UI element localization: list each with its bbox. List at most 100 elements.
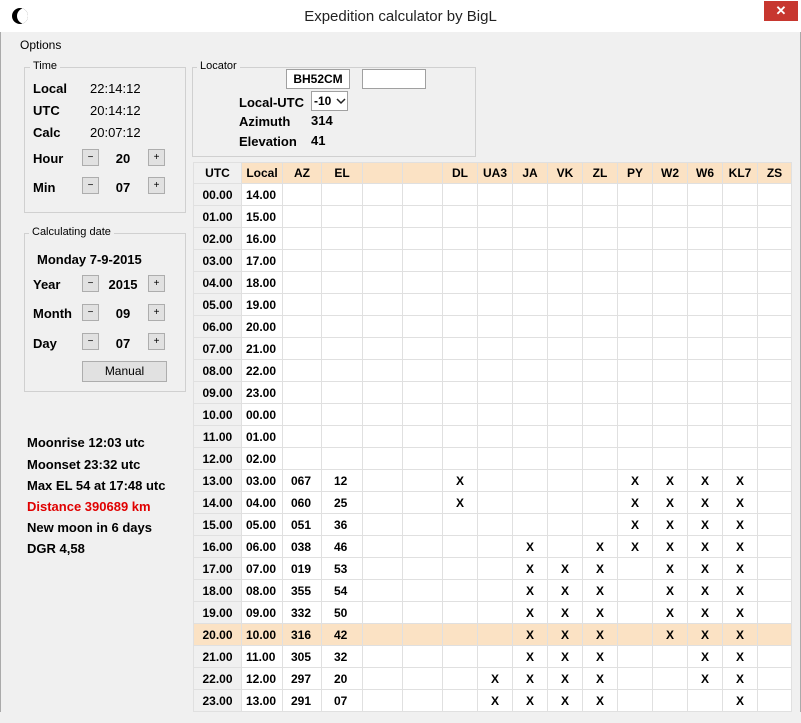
table-cell[interactable]: 04.00: [241, 491, 283, 514]
day-increment-button[interactable]: +: [148, 333, 165, 350]
table-cell[interactable]: [362, 403, 403, 426]
table-cell[interactable]: [652, 293, 688, 316]
table-cell[interactable]: 08.00: [193, 359, 242, 382]
table-cell[interactable]: [582, 381, 618, 404]
table-cell[interactable]: 355: [282, 579, 322, 602]
table-cell[interactable]: X: [582, 601, 618, 624]
close-button[interactable]: ✕: [764, 1, 798, 21]
min-decrement-button[interactable]: −: [82, 177, 99, 194]
table-cell[interactable]: 10.00: [241, 623, 283, 646]
table-cell[interactable]: [617, 667, 653, 690]
table-cell[interactable]: 06.00: [193, 315, 242, 338]
table-header-cell[interactable]: JA: [512, 162, 548, 184]
table-cell[interactable]: 22.00: [241, 359, 283, 382]
table-cell[interactable]: X: [547, 667, 583, 690]
table-cell[interactable]: X: [442, 469, 478, 492]
table-cell[interactable]: 12: [321, 469, 363, 492]
table-cell[interactable]: [547, 535, 583, 558]
table-cell[interactable]: X: [652, 579, 688, 602]
table-cell[interactable]: [722, 249, 758, 272]
table-cell[interactable]: 20.00: [241, 315, 283, 338]
table-cell[interactable]: [757, 623, 792, 646]
table-cell[interactable]: 01.00: [193, 205, 242, 228]
table-cell[interactable]: [617, 447, 653, 470]
table-cell[interactable]: X: [652, 601, 688, 624]
table-header-row[interactable]: UTC Local AZ EL DL UA3 JA VK ZL PY W2 W6 KL7 ZS: [193, 162, 792, 184]
table-cell[interactable]: 18.00: [241, 271, 283, 294]
table-cell[interactable]: [362, 579, 403, 602]
table-cell[interactable]: X: [722, 535, 758, 558]
table-cell[interactable]: [477, 579, 513, 602]
table-cell[interactable]: [321, 447, 363, 470]
table-row[interactable]: 15.00 05.00 051 36 X X X X: [193, 513, 792, 536]
table-row[interactable]: 05.00 19.00: [193, 293, 792, 316]
table-row[interactable]: 08.00 22.00: [193, 359, 792, 382]
table-cell[interactable]: [547, 359, 583, 382]
table-cell[interactable]: [442, 315, 478, 338]
table-header-cell[interactable]: [362, 162, 403, 184]
table-cell[interactable]: [687, 381, 723, 404]
table-cell[interactable]: [512, 491, 548, 514]
table-cell[interactable]: [402, 381, 443, 404]
table-cell[interactable]: 16.00: [193, 535, 242, 558]
table-cell[interactable]: 04.00: [193, 271, 242, 294]
table-cell[interactable]: [547, 513, 583, 536]
table-cell[interactable]: 19.00: [241, 293, 283, 316]
table-cell[interactable]: [547, 271, 583, 294]
hour-decrement-button[interactable]: −: [82, 149, 99, 166]
table-cell[interactable]: [722, 337, 758, 360]
day-decrement-button[interactable]: −: [82, 333, 99, 350]
table-header-cell[interactable]: [402, 162, 443, 184]
table-cell[interactable]: [362, 315, 403, 338]
year-increment-button[interactable]: +: [148, 275, 165, 292]
table-cell[interactable]: [582, 315, 618, 338]
table-cell[interactable]: 00.00: [241, 403, 283, 426]
table-cell[interactable]: X: [687, 557, 723, 580]
table-cell[interactable]: [362, 689, 403, 712]
table-cell[interactable]: [282, 271, 322, 294]
table-cell[interactable]: [321, 381, 363, 404]
table-cell[interactable]: X: [722, 557, 758, 580]
table-cell[interactable]: [402, 689, 443, 712]
table-cell[interactable]: [722, 271, 758, 294]
table-cell[interactable]: [687, 205, 723, 228]
table-cell[interactable]: X: [547, 579, 583, 602]
table-header-cell[interactable]: W2: [652, 162, 688, 184]
table-cell[interactable]: X: [512, 601, 548, 624]
table-cell[interactable]: [582, 425, 618, 448]
table-cell[interactable]: [402, 535, 443, 558]
table-cell[interactable]: [402, 447, 443, 470]
table-cell[interactable]: [512, 205, 548, 228]
table-cell[interactable]: 23.00: [241, 381, 283, 404]
table-cell[interactable]: [362, 667, 403, 690]
table-cell[interactable]: [442, 601, 478, 624]
table-cell[interactable]: 332: [282, 601, 322, 624]
table-cell[interactable]: X: [547, 601, 583, 624]
table-cell[interactable]: X: [512, 667, 548, 690]
table-cell[interactable]: [402, 491, 443, 514]
table-header-cell[interactable]: EL: [321, 162, 363, 184]
table-cell[interactable]: X: [722, 645, 758, 668]
table-cell[interactable]: [362, 425, 403, 448]
table-row[interactable]: 01.00 15.00: [193, 205, 792, 228]
table-row[interactable]: 19.00 09.00 332 50 X X X X X X: [193, 601, 792, 624]
table-cell[interactable]: [722, 293, 758, 316]
table-cell[interactable]: [512, 183, 548, 206]
manual-button[interactable]: Manual: [82, 361, 167, 382]
table-cell[interactable]: [617, 249, 653, 272]
table-cell[interactable]: [362, 623, 403, 646]
table-cell[interactable]: [757, 447, 792, 470]
table-cell[interactable]: [477, 469, 513, 492]
table-cell[interactable]: [687, 183, 723, 206]
table-cell[interactable]: [362, 293, 403, 316]
table-cell[interactable]: X: [582, 557, 618, 580]
table-header-cell[interactable]: Local: [241, 162, 283, 184]
table-cell[interactable]: [442, 579, 478, 602]
table-cell[interactable]: [362, 271, 403, 294]
table-cell[interactable]: [617, 403, 653, 426]
table-cell[interactable]: 09.00: [241, 601, 283, 624]
table-cell[interactable]: X: [722, 667, 758, 690]
table-cell[interactable]: [617, 183, 653, 206]
table-cell[interactable]: [442, 447, 478, 470]
table-cell[interactable]: [652, 337, 688, 360]
